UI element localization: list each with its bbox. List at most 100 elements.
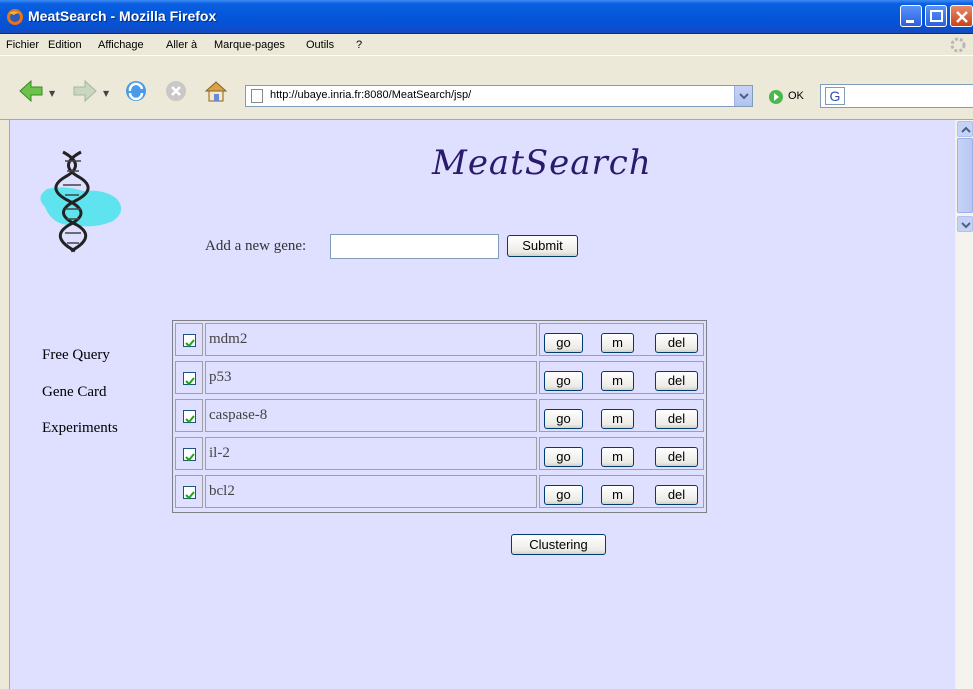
forward-dropdown-icon[interactable]: ▼ [103, 89, 109, 98]
gene-actions-cell: go m del [539, 437, 704, 470]
m-button[interactable]: m [601, 333, 634, 353]
window-titlebar: MeatSearch - Mozilla Firefox [0, 0, 973, 34]
go-button[interactable]: go [544, 371, 583, 391]
add-gene-input[interactable] [330, 234, 499, 259]
vertical-scrollbar[interactable] [955, 120, 973, 689]
forward-icon[interactable] [72, 78, 98, 104]
menu-help[interactable]: ? [356, 39, 362, 51]
checkmark-icon [185, 415, 195, 424]
table-row: bcl2 go m del [173, 473, 706, 510]
menu-outils[interactable]: Outils [306, 39, 334, 51]
maximize-button[interactable] [925, 5, 947, 27]
window-left-border [0, 120, 10, 689]
menu-fichier[interactable]: Fichier [6, 39, 39, 51]
close-icon [956, 11, 968, 23]
gene-checkbox[interactable] [183, 410, 196, 424]
gene-actions-cell: go m del [539, 361, 704, 394]
menu-bar: Fichier Edition Affichage Aller à Marque… [0, 34, 973, 56]
checkmark-icon [185, 339, 195, 348]
search-box[interactable]: G [820, 84, 973, 108]
chevron-down-icon [961, 222, 971, 229]
scroll-thumb[interactable] [957, 138, 973, 213]
m-button[interactable]: m [601, 485, 634, 505]
table-row: caspase-8 go m del [173, 397, 706, 434]
delete-button[interactable]: del [655, 485, 698, 505]
back-dropdown-icon[interactable]: ▼ [49, 89, 55, 98]
back-icon[interactable] [18, 78, 44, 104]
checkbox-cell [175, 399, 203, 432]
page-title: MeatSearch [432, 143, 652, 183]
stop-icon[interactable] [163, 78, 189, 104]
chevron-down-icon [739, 93, 749, 100]
gene-actions-cell: go m del [539, 323, 704, 356]
gene-checkbox[interactable] [183, 372, 196, 386]
gene-name-cell: bcl2 [205, 475, 537, 508]
gene-actions-cell: go m del [539, 399, 704, 432]
navigation-toolbar: ▼ ▼ http://ubaye.inria.fr:8080/MeatSearc… [0, 56, 973, 120]
checkbox-cell [175, 323, 203, 356]
home-icon[interactable] [203, 78, 229, 104]
gene-name-cell: caspase-8 [205, 399, 537, 432]
close-button[interactable] [950, 5, 973, 27]
nav-link-gene-card[interactable]: Gene Card [42, 384, 107, 401]
scroll-up-button[interactable] [957, 121, 973, 137]
gene-checkbox[interactable] [183, 486, 196, 500]
go-button[interactable]: OK [766, 87, 812, 107]
checkbox-cell [175, 361, 203, 394]
clustering-button[interactable]: Clustering [511, 534, 606, 555]
go-button[interactable]: go [544, 447, 583, 467]
delete-button[interactable]: del [655, 333, 698, 353]
checkmark-icon [185, 377, 195, 386]
delete-button[interactable]: del [655, 371, 698, 391]
gene-name: bcl2 [209, 483, 235, 499]
gene-name: p53 [209, 369, 232, 385]
submit-button[interactable]: Submit [507, 235, 578, 257]
gene-checkbox[interactable] [183, 334, 196, 348]
window-title: MeatSearch - Mozilla Firefox [28, 8, 217, 24]
go-button[interactable]: go [544, 409, 583, 429]
table-row: il-2 go m del [173, 435, 706, 472]
url-bar[interactable]: http://ubaye.inria.fr:8080/MeatSearch/js… [245, 85, 753, 107]
minimize-button[interactable] [900, 5, 922, 27]
menu-aller-a[interactable]: Aller à [166, 39, 197, 51]
go-button[interactable]: go [544, 333, 583, 353]
delete-button[interactable]: del [655, 447, 698, 467]
add-gene-label: Add a new gene: [205, 238, 307, 254]
gene-name-cell: mdm2 [205, 323, 537, 356]
reload-icon[interactable] [123, 78, 149, 104]
google-search-icon[interactable]: G [825, 87, 845, 105]
gene-name-cell: il-2 [205, 437, 537, 470]
gene-name: il-2 [209, 445, 230, 461]
gene-name: caspase-8 [209, 407, 268, 423]
delete-button[interactable]: del [655, 409, 698, 429]
page-icon [251, 89, 263, 103]
go-button[interactable]: go [544, 485, 583, 505]
m-button[interactable]: m [601, 447, 634, 467]
firefox-icon [7, 9, 23, 25]
checkbox-cell [175, 437, 203, 470]
maximize-icon [930, 10, 943, 22]
checkbox-cell [175, 475, 203, 508]
url-dropdown-button[interactable] [734, 86, 752, 106]
m-button[interactable]: m [601, 409, 634, 429]
throbber-icon [950, 37, 966, 53]
menu-edition[interactable]: Edition [48, 39, 82, 51]
checkmark-icon [185, 453, 195, 462]
go-icon [769, 90, 783, 104]
m-button[interactable]: m [601, 371, 634, 391]
checkmark-icon [185, 491, 195, 500]
url-text[interactable]: http://ubaye.inria.fr:8080/MeatSearch/js… [270, 89, 471, 101]
gene-table: mdm2 go m del p53 go m del caspase-8 go … [172, 320, 707, 513]
table-row: mdm2 go m del [173, 321, 706, 358]
scroll-down-button[interactable] [957, 216, 973, 232]
gene-checkbox[interactable] [183, 448, 196, 462]
gene-name-cell: p53 [205, 361, 537, 394]
menu-marque-pages[interactable]: Marque-pages [214, 39, 285, 51]
gene-name: mdm2 [209, 331, 248, 347]
nav-link-free-query[interactable]: Free Query [42, 347, 110, 364]
go-label: OK [788, 90, 804, 102]
nav-link-experiments[interactable]: Experiments [42, 420, 118, 437]
chevron-up-icon [961, 126, 971, 133]
menu-affichage[interactable]: Affichage [98, 39, 144, 51]
table-row: p53 go m del [173, 359, 706, 396]
